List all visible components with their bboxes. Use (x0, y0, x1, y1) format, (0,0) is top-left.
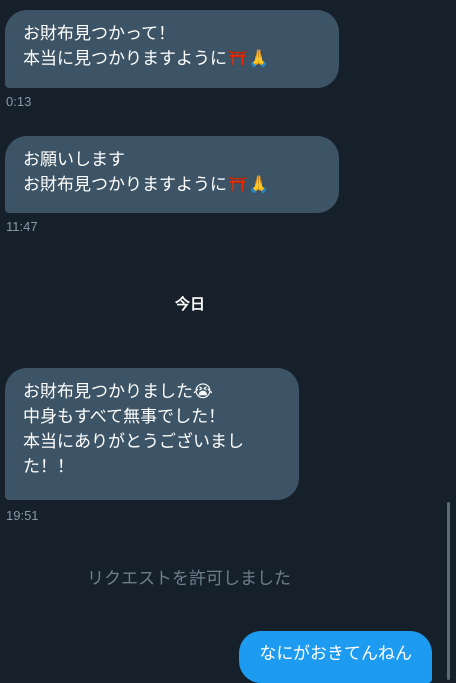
message-line: お財布見つかりますように⛩️🙏 (23, 175, 270, 195)
request-accepted-notice: リクエストを許可しました (87, 569, 291, 589)
message-timestamp: 11:47 (6, 219, 38, 234)
message-line: お財布見つかりました😭 (23, 382, 213, 402)
incoming-message-bubble[interactable]: お財布見つかりました😭 中身もすべて無事でした！ 本当にありがとうございまし た… (5, 368, 299, 500)
incoming-message-bubble[interactable]: お願いします お財布見つかりますように⛩️🙏 (5, 136, 339, 213)
incoming-message-bubble[interactable]: お財布見つかって！ 本当に見つかりますように⛩️🙏 (5, 10, 339, 88)
message-line: 本当にありがとうございまし (23, 432, 244, 452)
message-timestamp: 0:13 (6, 94, 32, 109)
dm-thread: お財布見つかって！ 本当に見つかりますように⛩️🙏 0:13 お願いします お財… (0, 0, 456, 683)
message-line: お財布見つかって！ (23, 24, 176, 44)
outgoing-message-bubble[interactable]: なにがおきてんねん (239, 631, 432, 683)
message-line: お願いします (23, 150, 125, 170)
message-line: 中身もすべて無事でした！ (23, 407, 226, 427)
message-line: た！！ (23, 457, 74, 477)
message-line: 本当に見つかりますように⛩️🙏 (23, 49, 270, 69)
scrollbar[interactable] (447, 502, 450, 680)
message-timestamp: 19:51 (6, 508, 39, 523)
day-divider: 今日 (174, 295, 205, 313)
